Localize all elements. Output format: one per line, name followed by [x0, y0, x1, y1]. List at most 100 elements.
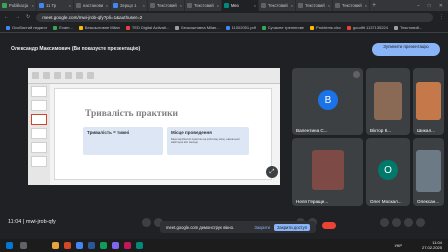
- participant-tile[interactable]: Віктор К...: [366, 68, 410, 135]
- bookmark-item[interactable]: Безкоштовна Milan...: [175, 25, 220, 30]
- avatar: O: [378, 160, 398, 180]
- toast-text: meet.google.com демонструє вікно.: [166, 224, 235, 230]
- chat-icon[interactable]: [404, 218, 413, 227]
- browser-tab[interactable]: Текстовий ×: [333, 0, 370, 11]
- info-icon[interactable]: [380, 218, 389, 227]
- clock-date: 27.02.2025: [421, 245, 442, 250]
- bookmark-item[interactable]: Безкоштовне Milan: [78, 25, 120, 30]
- start-icon[interactable]: [6, 242, 13, 249]
- close-icon[interactable]: ✕: [439, 3, 443, 9]
- bookmark-label: Особистий педагог: [12, 25, 48, 30]
- tab-close-icon[interactable]: ×: [69, 3, 71, 8]
- bookmark-label: Problems.xlsx: [316, 25, 341, 30]
- app-icon[interactable]: [136, 242, 143, 249]
- bookmark-item[interactable]: TED Digital Activati...: [125, 25, 169, 30]
- tab-favicon-icon: [261, 3, 266, 8]
- powerpoint-icon[interactable]: [64, 242, 71, 249]
- tab-close-icon[interactable]: ×: [254, 3, 256, 8]
- browser-tab[interactable]: Текстовий ×: [296, 0, 333, 11]
- bookmark-item[interactable]: Problems.xlsx: [310, 25, 341, 30]
- participant-tile[interactable]: Олексан...: [413, 138, 444, 206]
- maximize-icon[interactable]: □: [428, 3, 431, 9]
- ribbon-icon: [65, 72, 72, 79]
- people-icon[interactable]: [392, 218, 401, 227]
- tab-favicon-icon: [224, 3, 229, 8]
- expand-icon[interactable]: ⤢: [266, 166, 278, 178]
- ribbon-icon: [43, 72, 50, 79]
- bookmark-item[interactable]: 11002051.pdf: [225, 25, 256, 30]
- back-icon[interactable]: ←: [4, 14, 9, 20]
- mic-icon[interactable]: [142, 218, 151, 227]
- ribbon-icon: [76, 72, 83, 79]
- bookmark-item[interactable]: Сучасне тренінгове: [261, 25, 304, 30]
- toast-close-link[interactable]: Закрити: [254, 225, 270, 230]
- browser-tab[interactable]: Текстовий ×: [185, 0, 222, 11]
- tab-title: Текстовий: [342, 3, 362, 8]
- slide-thumbnails: [28, 84, 50, 185]
- tab-close-icon[interactable]: ×: [32, 3, 34, 8]
- slide-card-duration: Тривалість = тижні: [83, 127, 163, 155]
- bookmark-item[interactable]: Текстовий...: [394, 25, 422, 30]
- participant-tile[interactable]: Шикал...: [413, 68, 444, 135]
- new-tab-button[interactable]: +: [370, 2, 378, 9]
- participant-name: Олексан...: [417, 199, 440, 204]
- browser-tab[interactable]: 11 Тр ×: [37, 0, 74, 11]
- tab-close-icon[interactable]: ×: [180, 3, 182, 8]
- excel-icon[interactable]: [100, 242, 107, 249]
- participant-name: Валентина С...: [296, 128, 328, 133]
- tab-close-icon[interactable]: ×: [106, 3, 108, 8]
- participant-name: Віктор К...: [370, 128, 392, 133]
- search-icon[interactable]: [20, 242, 27, 249]
- presenting-banner-text: Олександр Максимович (Ви показуєте презе…: [11, 46, 141, 52]
- participant-tile[interactable]: B Валентина С...: [292, 68, 363, 135]
- stop-presenting-button[interactable]: Зупинити презентацію: [372, 43, 440, 56]
- tab-favicon-icon: [113, 3, 118, 8]
- browser-tab[interactable]: Зерщо 1 ×: [111, 0, 148, 11]
- tab-close-icon[interactable]: ×: [365, 3, 367, 8]
- forward-icon[interactable]: →: [15, 14, 20, 20]
- tab-title: Зерщо 1: [120, 3, 137, 8]
- slide-thumbnail: [31, 142, 47, 153]
- participant-tile[interactable]: O Олег Москал...: [366, 138, 410, 206]
- chrome-icon[interactable]: [76, 242, 83, 249]
- slide-thumbnail: [31, 128, 47, 139]
- bookmark-item[interactable]: Особистий педагог: [6, 25, 47, 30]
- stop-sharing-button[interactable]: Закрити доступ: [274, 223, 310, 231]
- language-indicator[interactable]: УКР: [394, 243, 402, 248]
- mic-off-icon: [353, 71, 360, 78]
- tab-title: настанови: [83, 3, 104, 8]
- bookmark-label: 11002051.pdf: [231, 25, 256, 30]
- tab-close-icon[interactable]: ×: [143, 3, 145, 8]
- tab-close-icon[interactable]: ×: [217, 3, 219, 8]
- reload-icon[interactable]: ↻: [26, 14, 30, 20]
- browser-tab[interactable]: Текстовий ×: [148, 0, 185, 11]
- activities-icon[interactable]: [416, 218, 425, 227]
- app-icon[interactable]: [124, 242, 131, 249]
- system-clock[interactable]: 11:04 27.02.2025: [422, 240, 442, 250]
- word-icon[interactable]: [88, 242, 95, 249]
- powerpoint-ribbon: [28, 68, 280, 84]
- browser-tab[interactable]: Publikacja ×: [0, 0, 37, 11]
- participant-tile[interactable]: Неля Гераще...: [292, 138, 363, 206]
- minimize-icon[interactable]: –: [417, 3, 420, 9]
- file-explorer-icon[interactable]: [52, 242, 59, 249]
- tab-close-icon[interactable]: ×: [291, 3, 293, 8]
- browser-tab[interactable]: Мез ×: [222, 0, 259, 11]
- leave-call-button[interactable]: [322, 222, 336, 229]
- bookmark-icon: [225, 25, 230, 30]
- browser-tab[interactable]: Текстовий ×: [259, 0, 296, 11]
- url-field[interactable]: meet.google.com/mwi-jrob-qfy?pli=1&authu…: [36, 12, 433, 22]
- window-controls: – □ ✕: [417, 3, 448, 9]
- bookmark-icon: [53, 25, 58, 30]
- participant-video: [374, 82, 402, 120]
- menu-icon[interactable]: ⋮: [439, 14, 444, 20]
- meeting-code: mwi-jrob-qfy: [25, 219, 56, 225]
- tab-close-icon[interactable]: ×: [328, 3, 330, 8]
- tab-title: Мез: [231, 3, 239, 8]
- url-text: meet.google.com/mwi-jrob-qfy?pli=1&authu…: [42, 14, 143, 20]
- bookmark-item[interactable]: goodfit 1137135224: [346, 25, 388, 30]
- bookmark-item[interactable]: Exam...: [53, 25, 73, 30]
- app-icon[interactable]: [112, 242, 119, 249]
- card-location-title: Місце проведення: [171, 130, 212, 135]
- browser-tab[interactable]: настанови ×: [74, 0, 111, 11]
